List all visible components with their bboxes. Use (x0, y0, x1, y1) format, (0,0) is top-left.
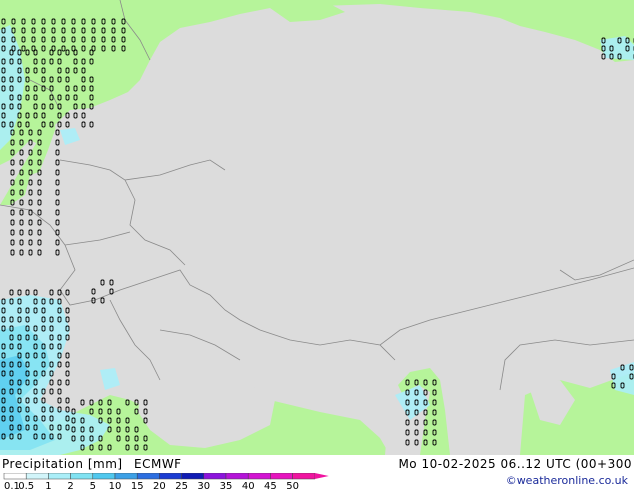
legend-label: 30 (197, 481, 210, 490)
legend-label: 40 (242, 481, 255, 490)
legend-label: 45 (264, 481, 277, 490)
legend-swatch (3, 473, 27, 480)
legend-swatch (114, 473, 138, 480)
legend-swatch (292, 473, 316, 480)
legend-label: 1 (45, 481, 51, 490)
map-title: Precipitation [mm] (2, 457, 123, 471)
legend-arrow (314, 473, 329, 479)
legend-swatch (92, 473, 116, 480)
model-name: ECMWF (134, 457, 182, 471)
legend-swatch (48, 473, 71, 480)
precipitation-map (0, 0, 634, 455)
legend-swatch (247, 473, 271, 480)
legend-swatch (203, 473, 227, 480)
legend-label: 25 (175, 481, 188, 490)
legend-swatch (25, 473, 49, 480)
legend-label: 35 (220, 481, 233, 490)
legend-swatch (270, 473, 293, 480)
forecast-datetime: Mo 10-02-2025 06..12 UTC (00+300 (398, 457, 632, 471)
legend-label: 50 (286, 481, 299, 490)
legend-swatch (136, 473, 160, 480)
legend-swatch (225, 473, 249, 480)
legend-label: 5 (90, 481, 96, 490)
legend-label: 2 (67, 481, 73, 490)
credit-link[interactable]: ©weatheronline.co.uk (506, 474, 628, 487)
legend-swatch (159, 473, 182, 480)
precipitation-legend: 0.10.5 1 2 5 10 15 20 25 30 35 40 45 50 (3, 473, 329, 490)
legend-label: 20 (153, 481, 166, 490)
legend-swatch (181, 473, 205, 480)
legend-swatch (70, 473, 94, 480)
legend-label: 0.5 (18, 481, 34, 490)
legend-label: 10 (109, 481, 122, 490)
legend-label: 15 (131, 481, 144, 490)
